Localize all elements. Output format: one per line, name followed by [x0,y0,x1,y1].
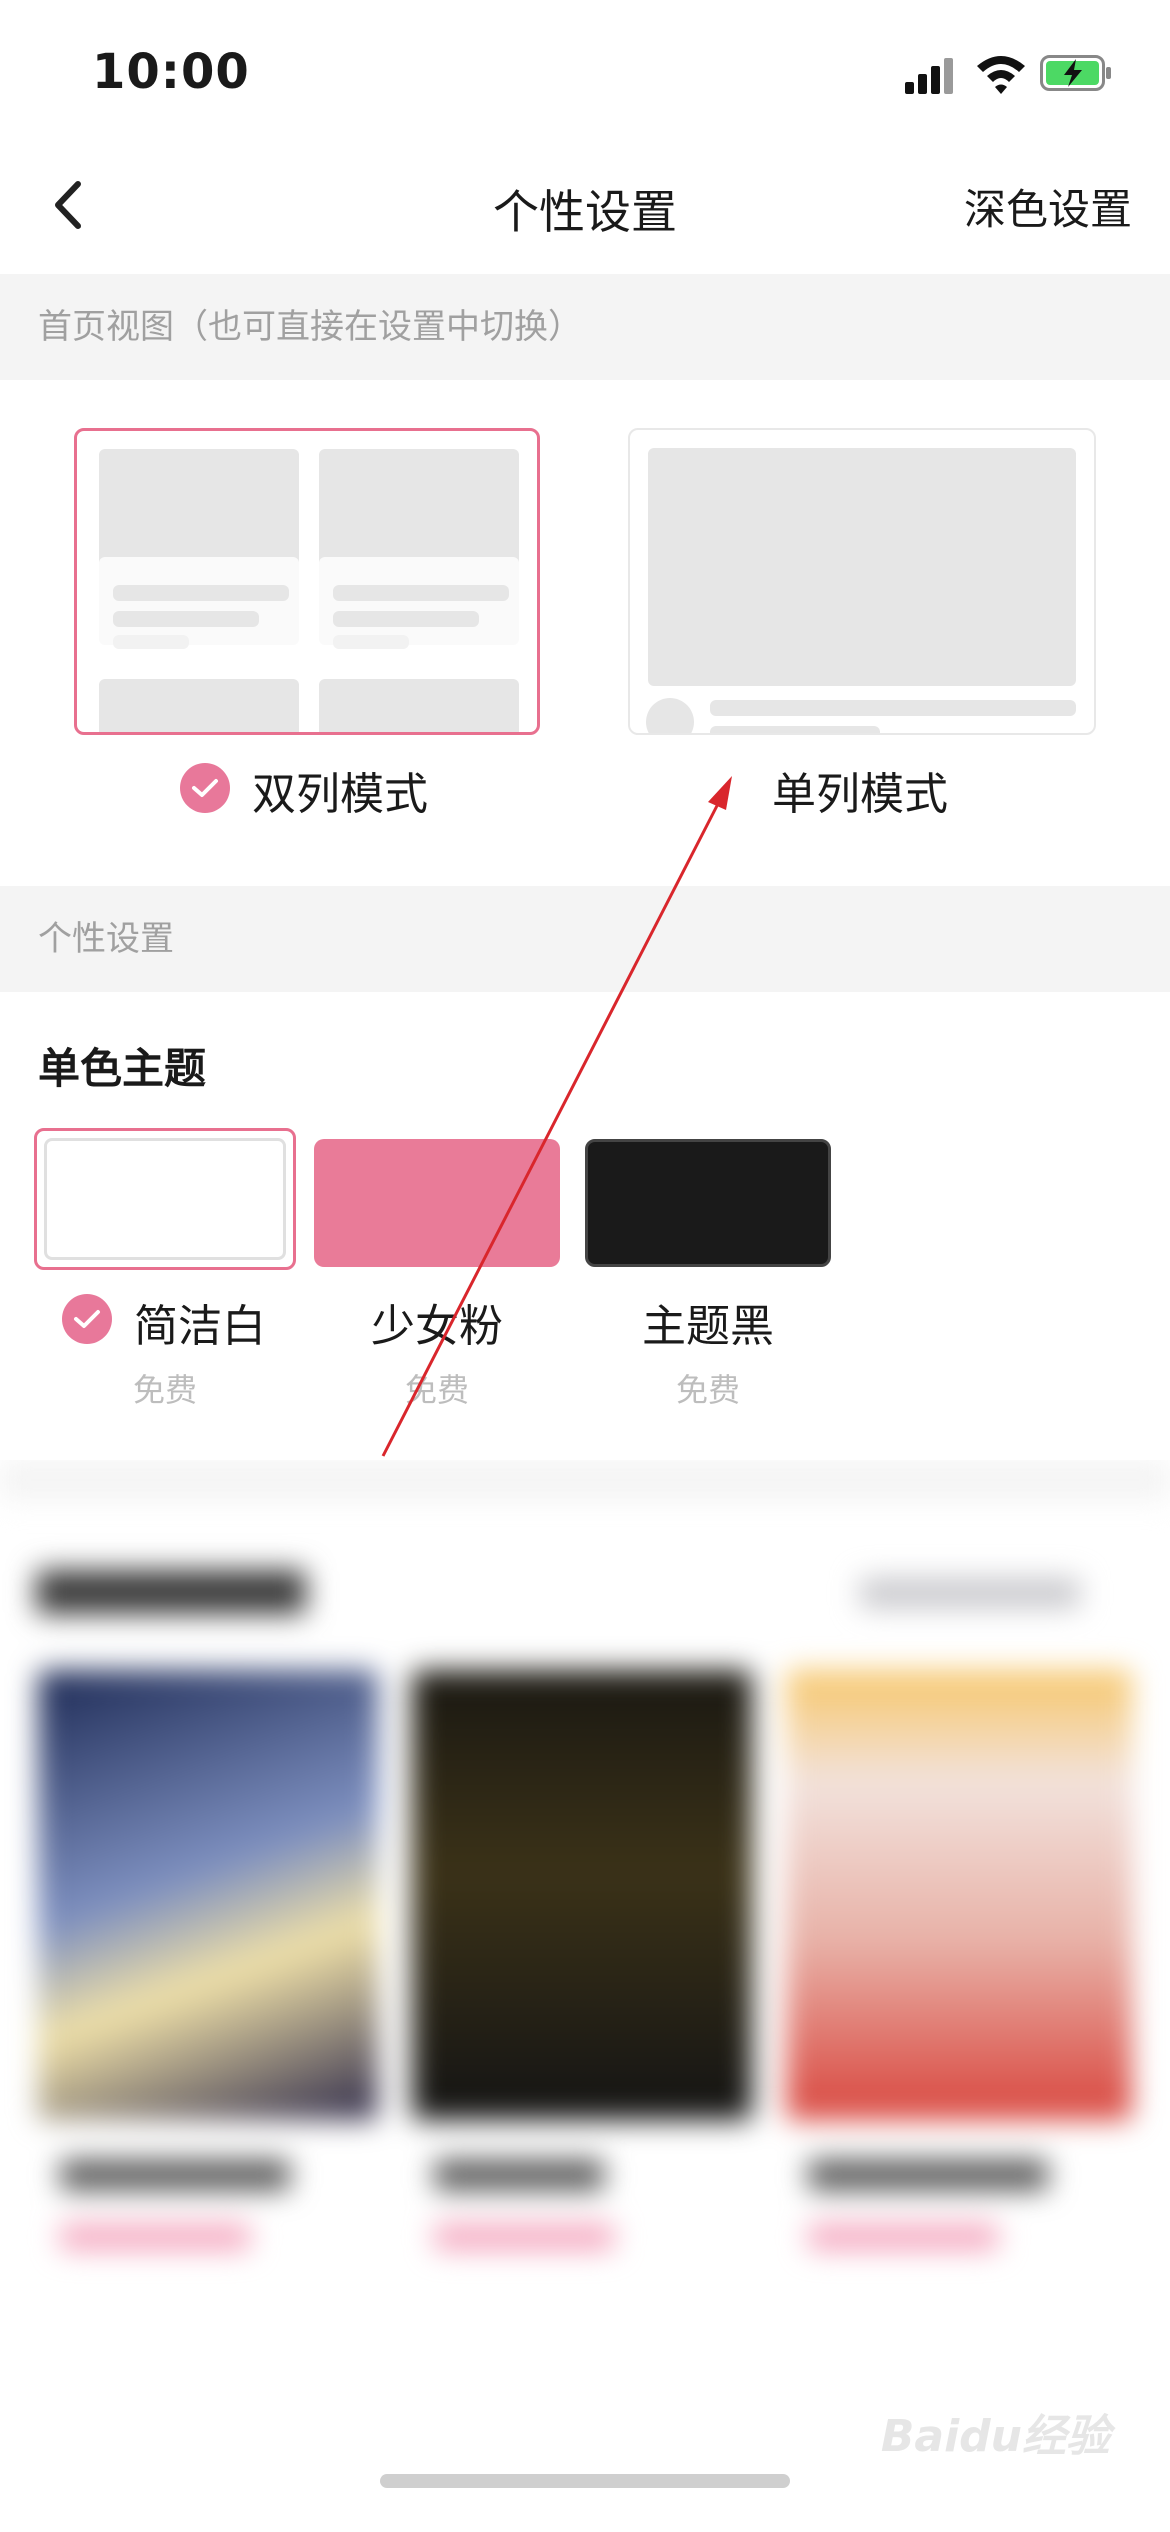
theme-black-name: 主题黑 [642,1301,774,1352]
theme-pink-name: 少女粉 [371,1301,503,1352]
dark-mode-settings-button[interactable]: 深色设置 [964,176,1132,237]
page-title: 个性设置 [493,185,677,239]
double-column-selected-check-icon [180,763,230,813]
theme-white-name: 简洁白 [134,1301,266,1352]
theme-black-price: 免费 [675,1371,740,1409]
signal-icon [905,56,957,94]
theme-white-selected-check-icon [62,1294,112,1344]
theme-pink-price: 免费 [404,1371,469,1409]
theme-section-title: 单色主题 [38,1044,207,1093]
blurred-recommendations [0,1460,1170,2532]
section-header-personal: 个性设置 [0,886,1170,992]
double-column-mode-card[interactable] [74,428,540,735]
double-column-mode-label[interactable]: 双列模式 [252,758,428,822]
battery-charging-icon [1040,55,1111,91]
section-header-home-view: 首页视图（也可直接在设置中切换） [0,274,1170,380]
baidu-watermark: Baidu经验 [880,2411,1110,2462]
theme-white-swatch[interactable] [34,1128,296,1270]
wifi-icon [977,56,1025,94]
single-column-mode-label[interactable]: 单列模式 [772,758,948,822]
back-button[interactable] [40,170,100,240]
theme-black-swatch[interactable] [585,1139,831,1267]
theme-white-price: 免费 [132,1371,197,1409]
home-indicator [380,2474,790,2488]
theme-pink-swatch[interactable] [314,1139,560,1267]
single-column-mode-card[interactable] [628,428,1096,735]
status-time: 10:00 [92,44,250,100]
